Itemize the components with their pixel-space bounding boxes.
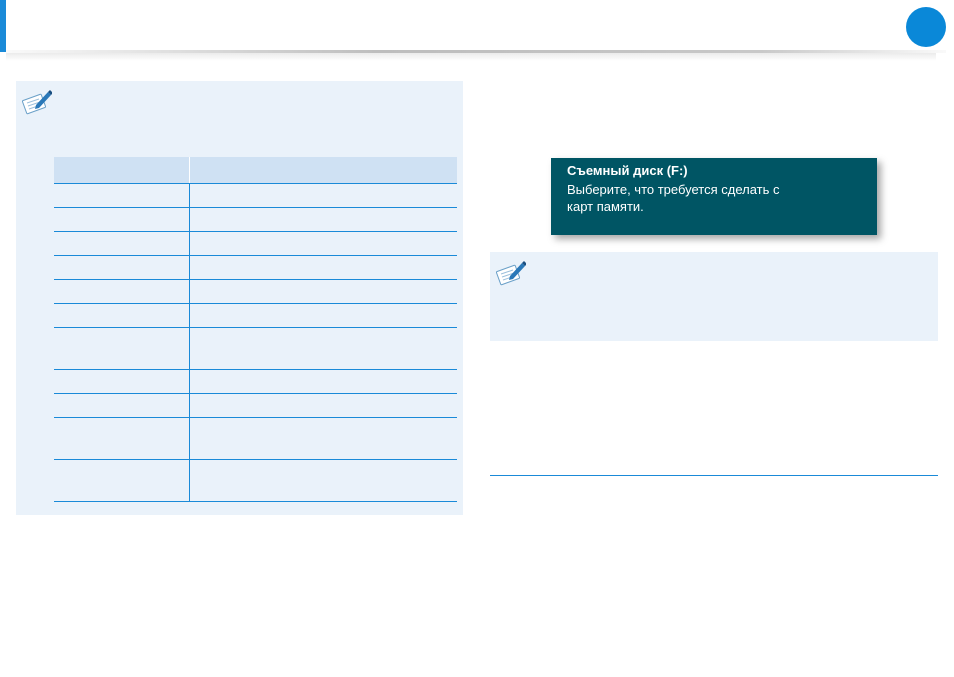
table-cell (189, 417, 457, 460)
removable-disk-notification[interactable]: Съемный диск (F:) Выберите, что требуетс… (551, 158, 877, 235)
table-row (54, 231, 457, 256)
table-cell (54, 417, 190, 460)
table-row (54, 459, 457, 502)
table-row (54, 255, 457, 280)
table-cell (54, 207, 190, 232)
header-shadow (6, 53, 936, 61)
table-cell (54, 459, 190, 502)
table-cell (189, 207, 457, 232)
table-cell (54, 303, 190, 328)
note-pencil-icon (496, 261, 526, 286)
table-cell (189, 231, 457, 256)
table-cell (54, 231, 190, 256)
table-cell (54, 183, 190, 208)
notification-message: Выберите, что требуется сделать с карт п… (567, 182, 780, 214)
table-header-cell (189, 157, 457, 184)
table-cell (54, 255, 190, 280)
table-row (54, 183, 457, 208)
table-row (54, 393, 457, 418)
note-box-right (490, 252, 938, 341)
table-cell (189, 255, 457, 280)
section-divider (490, 475, 938, 476)
table-cell (189, 459, 457, 502)
table-cell (54, 393, 190, 418)
table-row (54, 327, 457, 370)
table-row (54, 417, 457, 460)
table-cell (189, 183, 457, 208)
table-cell (54, 279, 190, 304)
page-marker-circle (906, 7, 946, 47)
note-pencil-icon (22, 90, 52, 115)
table-cell (189, 327, 457, 370)
table-row (54, 279, 457, 304)
table-header-row (54, 157, 457, 184)
table-cell (54, 369, 190, 394)
notification-title: Съемный диск (F:) (567, 163, 688, 178)
table-cell (189, 279, 457, 304)
table-row (54, 303, 457, 328)
table-cell (54, 327, 190, 370)
table-cell (189, 303, 457, 328)
table-row (54, 207, 457, 232)
table-cell (189, 393, 457, 418)
spec-table (54, 157, 457, 502)
table-cell (189, 369, 457, 394)
table-header-cell (54, 157, 190, 184)
table-row (54, 369, 457, 394)
header-accent-bar (0, 0, 6, 52)
